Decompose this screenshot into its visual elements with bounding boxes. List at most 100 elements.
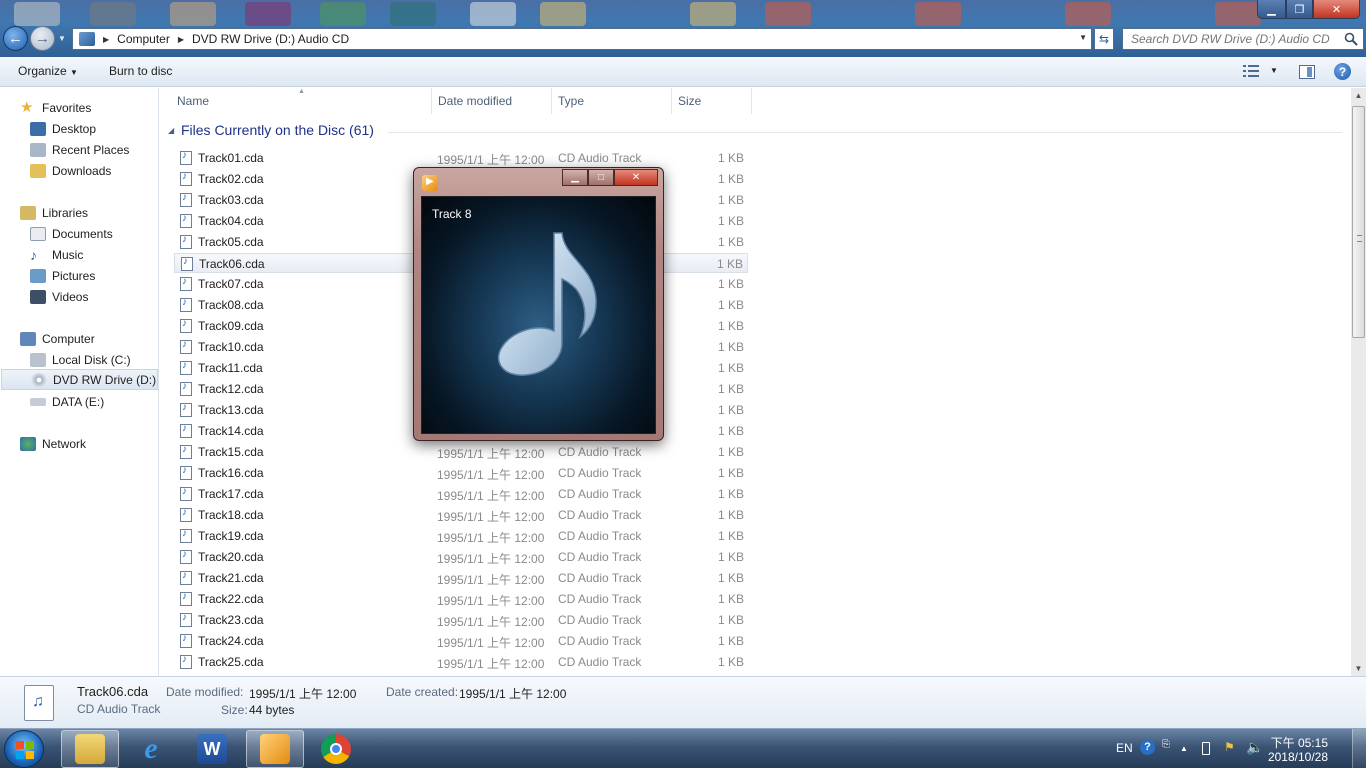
file-date-modified: 1995/1/1 上午 12:00 — [437, 468, 545, 482]
show-desktop-button[interactable] — [1352, 729, 1366, 768]
vertical-scrollbar[interactable]: ▲ ▼ — [1351, 88, 1366, 676]
clock-time[interactable]: 下午 05:15 — [1258, 734, 1328, 751]
group-header[interactable]: Files Currently on the Disc (61) — [181, 122, 374, 138]
column-divider[interactable] — [431, 88, 432, 114]
breadcrumb-dvd-drive[interactable]: DVD RW Drive (D:) Audio CD — [192, 32, 349, 46]
nav-pictures[interactable]: Pictures — [30, 265, 95, 286]
background-window-icon — [320, 2, 366, 26]
column-divider[interactable] — [551, 88, 552, 114]
file-row[interactable]: Track20.cda 1995/1/1 上午 12:00 CD Audio Tra… — [174, 547, 748, 567]
nav-dvd-drive[interactable]: DVD RW Drive (D:) Audio CD — [1, 369, 158, 390]
nav-downloads[interactable]: Downloads — [30, 160, 111, 181]
nav-music-label: Music — [52, 247, 84, 262]
column-divider[interactable] — [751, 88, 752, 114]
player-maximize-button[interactable]: □ — [588, 169, 614, 186]
taskbar-internet-explorer[interactable]: e — [122, 730, 180, 768]
file-name: Track09.cda — [198, 319, 264, 333]
file-row[interactable]: Track22.cda 1995/1/1 上午 12:00 CD Audio Tra… — [174, 589, 748, 609]
file-row[interactable]: Track19.cda 1995/1/1 上午 12:00 CD Audio Tra… — [174, 526, 748, 546]
file-size: 1 KB — [717, 382, 744, 396]
file-row[interactable]: Track15.cda 1995/1/1 上午 12:00 CD Audio Tra… — [174, 442, 748, 462]
column-header-name[interactable]: Name — [177, 94, 209, 108]
breadcrumb-computer[interactable]: Computer — [117, 32, 170, 46]
player-close-button[interactable]: ✕ — [614, 169, 658, 186]
search-icon[interactable] — [1344, 32, 1358, 46]
player-minimize-button[interactable]: ▁ — [562, 169, 588, 186]
start-button[interactable] — [4, 730, 44, 768]
nav-computer[interactable]: Computer — [20, 328, 95, 349]
column-divider[interactable] — [671, 88, 672, 114]
file-row[interactable]: Track01.cda 1995/1/1 上午 12:00 CD Audio Tra… — [174, 148, 748, 168]
background-window-icon — [14, 2, 60, 26]
close-button[interactable]: ✕ — [1313, 0, 1360, 19]
language-indicator[interactable]: EN — [1116, 741, 1133, 755]
help-button[interactable]: ? — [1334, 63, 1351, 80]
file-type: CD Audio Track — [558, 151, 642, 165]
nav-network[interactable]: Network — [20, 433, 86, 454]
background-window-icon — [1065, 2, 1111, 26]
nav-documents[interactable]: Documents — [30, 223, 113, 244]
column-header-date-modified[interactable]: Date modified — [438, 94, 512, 108]
file-row[interactable]: Track24.cda 1995/1/1 上午 12:00 CD Audio Tra… — [174, 631, 748, 651]
organize-button[interactable]: Organize ▼ — [18, 64, 78, 78]
file-size: 1 KB — [717, 277, 744, 291]
star-icon: ★ — [20, 98, 34, 116]
refresh-button[interactable]: ⇆ — [1094, 28, 1114, 50]
recent-pages-dropdown[interactable]: ▼ — [58, 34, 66, 43]
command-bar: Organize ▼ Burn to disc ▼ ? — [0, 57, 1366, 87]
file-name: Track22.cda — [198, 592, 264, 606]
nav-favorites[interactable]: ★ Favorites — [20, 97, 91, 118]
file-date-modified: 1995/1/1 上午 12:00 — [437, 531, 545, 545]
details-size-value: 44 bytes — [249, 703, 295, 717]
details-size-label: Size: — [221, 703, 248, 717]
media-player-window[interactable]: ▁ □ ✕ Track 8 — [413, 167, 664, 441]
scroll-down-arrow-icon[interactable]: ▼ — [1351, 661, 1366, 676]
nav-videos[interactable]: Videos — [30, 286, 88, 307]
nav-desktop[interactable]: Desktop — [30, 118, 96, 139]
taskbar-file-explorer[interactable] — [61, 730, 119, 768]
file-row[interactable]: Track16.cda 1995/1/1 上午 12:00 CD Audio Tra… — [174, 463, 748, 483]
battery-icon[interactable] — [1202, 742, 1210, 755]
show-hidden-icons-icon[interactable]: ▲ — [1180, 744, 1188, 753]
column-header-size[interactable]: Size — [678, 94, 701, 108]
burn-to-disc-button[interactable]: Burn to disc — [109, 64, 172, 78]
address-bar[interactable]: ▶ Computer ▶ DVD RW Drive (D:) Audio CD … — [72, 28, 1092, 50]
forward-button[interactable]: → — [30, 26, 55, 51]
clock-date[interactable]: 2018/10/28 — [1258, 750, 1328, 764]
now-playing-area[interactable]: Track 8 — [421, 196, 656, 434]
help-icon[interactable]: ? — [1140, 740, 1155, 755]
nav-network-label: Network — [42, 436, 87, 451]
nav-data-e[interactable]: DATA (E:) — [30, 391, 104, 412]
windows-logo-icon — [16, 741, 34, 759]
nav-music[interactable]: ♪ Music — [30, 244, 83, 265]
nav-libraries[interactable]: Libraries — [20, 202, 88, 223]
background-window-icon — [915, 2, 961, 26]
file-row[interactable]: Track17.cda 1995/1/1 上午 12:00 CD Audio Tra… — [174, 484, 748, 504]
address-dropdown-icon[interactable]: ▼ — [1079, 33, 1087, 42]
change-view-icon[interactable] — [1243, 65, 1259, 77]
file-row[interactable]: Track18.cda 1995/1/1 上午 12:00 CD Audio Tra… — [174, 505, 748, 525]
minimize-button[interactable]: ▁ — [1257, 0, 1286, 19]
collapse-group-icon[interactable]: ◢ — [168, 126, 174, 135]
removable-drive-icon — [30, 397, 46, 406]
view-options-dropdown[interactable]: ▼ — [1270, 66, 1278, 75]
cd-audio-file-icon — [180, 444, 192, 459]
nav-local-disk-c[interactable]: Local Disk (C:) — [30, 349, 131, 370]
search-input[interactable] — [1122, 28, 1364, 50]
taskbar-media-player[interactable] — [246, 730, 304, 768]
file-row[interactable]: Track23.cda 1995/1/1 上午 12:00 CD Audio Tra… — [174, 610, 748, 630]
preview-pane-button[interactable] — [1299, 65, 1315, 79]
action-center-flag-icon[interactable]: ⚑ — [1224, 740, 1235, 754]
file-row[interactable]: Track25.cda 1995/1/1 上午 12:00 CD Audio Tra… — [174, 652, 748, 672]
taskbar-chrome[interactable] — [307, 730, 365, 768]
taskbar-word[interactable]: W — [183, 730, 241, 768]
file-row[interactable]: Track21.cda 1995/1/1 上午 12:00 CD Audio Tra… — [174, 568, 748, 588]
file-size: 1 KB — [717, 151, 744, 165]
scroll-up-arrow-icon[interactable]: ▲ — [1351, 88, 1366, 103]
nav-recent-places[interactable]: Recent Places — [30, 139, 129, 160]
scrollbar-thumb[interactable] — [1352, 106, 1365, 338]
restore-button[interactable]: ❐ — [1286, 0, 1313, 19]
back-button[interactable]: ← — [3, 26, 28, 51]
column-header-type[interactable]: Type — [558, 94, 584, 108]
input-method-icon[interactable]: ⎘ — [1162, 739, 1170, 750]
